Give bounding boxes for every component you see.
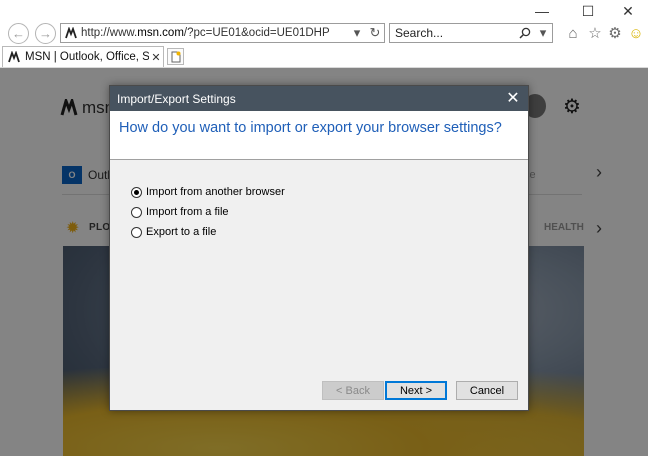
search-options-icon[interactable]: ▾ <box>534 24 552 42</box>
new-tab-button[interactable] <box>167 48 184 65</box>
dialog-header: How do you want to import or export your… <box>110 111 528 160</box>
dialog-button-bar: < Back Next > Cancel <box>110 374 528 410</box>
search-icon[interactable] <box>516 24 534 42</box>
address-bar[interactable]: http://www.msn.com/?pc=UE01&ocid=UE01DHP… <box>60 23 385 43</box>
search-dropdown-icon[interactable]: ▾ <box>348 24 366 42</box>
maximize-button[interactable]: ☐ <box>566 0 610 22</box>
tab-row: MSN | Outlook, Office, Sky... ✕ <box>0 46 648 68</box>
radio-import-file[interactable] <box>131 206 142 218</box>
home-icon[interactable]: ⌂ <box>563 23 583 43</box>
search-box[interactable]: Search... ▾ <box>389 23 553 43</box>
next-button[interactable]: Next > <box>385 381 447 400</box>
url-text: http://www.msn.com/?pc=UE01&ocid=UE01DHP <box>81 27 330 39</box>
radio-export-file[interactable] <box>131 226 142 238</box>
tab-msn[interactable]: MSN | Outlook, Office, Sky... ✕ <box>2 46 164 67</box>
option-import-browser[interactable]: Import from another browser <box>131 182 528 202</box>
forward-arrow-icon: → <box>39 26 52 41</box>
dialog-title: Import/Export Settings <box>117 91 236 106</box>
tab-title: MSN | Outlook, Office, Sky... <box>25 51 149 63</box>
option-export-file[interactable]: Export to a file <box>131 222 528 242</box>
close-icon: ✕ <box>506 90 520 107</box>
new-tab-icon <box>171 51 180 62</box>
dialog-heading: How do you want to import or export your… <box>119 120 502 136</box>
forward-button[interactable]: → <box>35 23 56 44</box>
search-input[interactable]: Search... <box>390 26 516 40</box>
import-export-dialog: Import/Export Settings ✕ How do you want… <box>109 85 529 411</box>
minimize-button[interactable]: — <box>520 0 564 22</box>
option-label: Import from a file <box>146 206 229 218</box>
close-icon: ✕ <box>622 2 634 19</box>
favorites-star-icon[interactable]: ☆ <box>585 23 605 43</box>
dialog-titlebar: Import/Export Settings ✕ <box>110 86 528 111</box>
option-import-file[interactable]: Import from a file <box>131 202 528 222</box>
msn-favicon-icon <box>64 26 78 40</box>
refresh-icon[interactable]: ↻ <box>366 24 384 42</box>
radio-import-browser[interactable] <box>131 186 142 198</box>
msn-favicon-icon <box>7 50 21 64</box>
dialog-close-button[interactable]: ✕ <box>504 89 522 107</box>
back-button[interactable]: < Back <box>322 381 384 400</box>
maximize-icon: ☐ <box>581 2 595 19</box>
tab-close-icon[interactable]: ✕ <box>149 51 163 64</box>
cancel-button[interactable]: Cancel <box>456 381 518 400</box>
back-button[interactable]: ← <box>8 23 29 44</box>
back-arrow-icon: ← <box>12 26 25 41</box>
tools-gear-icon[interactable]: ⚙ <box>605 23 625 43</box>
option-label: Import from another browser <box>146 186 285 198</box>
option-label: Export to a file <box>146 226 217 238</box>
close-window-button[interactable]: ✕ <box>606 0 648 22</box>
minimize-icon: — <box>535 3 549 19</box>
browser-chrome: — ☐ ✕ ← → http://www.msn.com/?pc=UE01&oc… <box>0 0 648 68</box>
feedback-smiley-icon[interactable]: ☺ <box>626 23 646 43</box>
option-list: Import from another browser Import from … <box>110 160 528 242</box>
